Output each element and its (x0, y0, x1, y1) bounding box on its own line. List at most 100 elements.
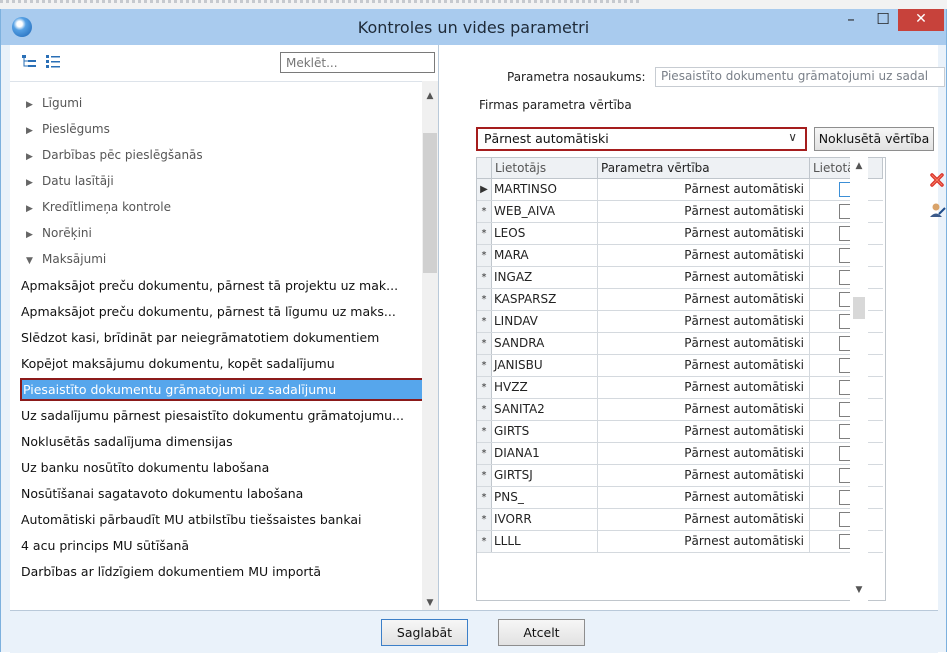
cell-value[interactable]: Pārnest automātiski (598, 179, 810, 200)
save-button[interactable]: Saglabāt (381, 619, 468, 646)
tree-item[interactable]: Uz banku nosūtīto dokumentu labošana (10, 456, 425, 479)
collapse-arrow-icon[interactable]: ▼ (26, 250, 42, 271)
cell-user[interactable]: INGAZ (492, 267, 598, 288)
tree-item[interactable]: 4 acu princips MU sūtīšanā (10, 534, 425, 557)
grid-scrollbar[interactable]: ▲ ▼ (850, 157, 868, 601)
table-row[interactable]: * SANITA2 Pārnest automātiski (477, 399, 883, 421)
cell-user[interactable]: SANDRA (492, 333, 598, 354)
cell-user[interactable]: LLLL (492, 531, 598, 552)
tree-item[interactable]: Automātiski pārbaudīt MU atbilstību tieš… (10, 508, 425, 531)
table-row[interactable]: * KASPARSZ Pārnest automātiski (477, 289, 883, 311)
scroll-thumb[interactable] (853, 297, 865, 319)
maximize-button[interactable]: ☐ (870, 9, 896, 31)
tree-item-selected[interactable]: Piesaistīto dokumentu grāmatojumi uz sad… (20, 378, 434, 401)
tree-category-darbibas[interactable]: ▶ Darbības pēc pieslēgšanās (10, 144, 425, 167)
table-row[interactable]: * HVZZ Pārnest automātiski (477, 377, 883, 399)
cell-value[interactable]: Pārnest automātiski (598, 267, 810, 288)
tree-item[interactable]: Kopējot maksājumu dokumentu, kopēt sadal… (10, 352, 425, 375)
tree-item[interactable]: Nosūtīšanai sagatavoto dokumentu labošan… (10, 482, 425, 505)
cell-user[interactable]: GIRTS (492, 421, 598, 442)
tree-category-piesleegums[interactable]: ▶ Pieslēgums (10, 118, 425, 141)
tree-item[interactable]: Noklusētās sadalījuma dimensijas (10, 430, 425, 453)
cancel-button[interactable]: Atcelt (498, 619, 585, 646)
column-header-user-flag[interactable]: Lietotāja (810, 158, 883, 178)
scroll-up-arrow-icon[interactable]: ▲ (850, 161, 868, 171)
column-header-user[interactable]: Lietotājs (492, 158, 598, 178)
cell-value[interactable]: Pārnest automātiski (598, 311, 810, 332)
cell-value[interactable]: Pārnest automātiski (598, 223, 810, 244)
column-header-value[interactable]: Parametra vērtība (598, 158, 810, 178)
tree-item[interactable]: Uz sadalījumu pārnest piesaistīto dokume… (10, 404, 425, 427)
table-row[interactable]: * MARA Pārnest automātiski (477, 245, 883, 267)
expand-arrow-icon[interactable]: ▶ (26, 224, 42, 245)
cell-user[interactable]: LINDAV (492, 311, 598, 332)
search-input[interactable] (280, 52, 435, 73)
list-view-icon[interactable] (44, 53, 62, 71)
cell-value[interactable]: Pārnest automātiski (598, 531, 810, 552)
expand-arrow-icon[interactable]: ▶ (26, 146, 42, 167)
cell-user[interactable]: LEOS (492, 223, 598, 244)
cell-user[interactable]: KASPARSZ (492, 289, 598, 310)
table-row[interactable]: * DIANA1 Pārnest automātiski (477, 443, 883, 465)
cell-value[interactable]: Pārnest automātiski (598, 333, 810, 354)
cell-user[interactable]: MARA (492, 245, 598, 266)
cell-value[interactable]: Pārnest automātiski (598, 487, 810, 508)
tree-item[interactable]: Apmaksājot preču dokumentu, pārnest tā l… (10, 300, 425, 323)
delete-icon[interactable] (928, 171, 946, 189)
expand-arrow-icon[interactable]: ▶ (26, 198, 42, 219)
cell-value[interactable]: Pārnest automātiski (598, 355, 810, 376)
expand-arrow-icon[interactable]: ▶ (26, 120, 42, 141)
cell-user[interactable]: PNS_ (492, 487, 598, 508)
tree-view-icon[interactable] (20, 53, 38, 71)
tree-item[interactable]: Slēdzot kasi, brīdināt par neiegrāmatoti… (10, 326, 425, 349)
table-row[interactable]: * GIRTSJ Pārnest automātiski (477, 465, 883, 487)
cell-value[interactable]: Pārnest automātiski (598, 289, 810, 310)
cell-user[interactable]: GIRTSJ (492, 465, 598, 486)
minimize-button[interactable]: – (834, 9, 868, 31)
table-row[interactable]: * INGAZ Pārnest automātiski (477, 267, 883, 289)
cell-value[interactable]: Pārnest automātiski (598, 509, 810, 530)
cell-value[interactable]: Pārnest automātiski (598, 443, 810, 464)
tree-category-datu-lasitaji[interactable]: ▶ Datu lasītāji (10, 170, 425, 193)
scroll-down-arrow-icon[interactable]: ▼ (422, 598, 438, 608)
table-row[interactable]: * LEOS Pārnest automātiski (477, 223, 883, 245)
table-row[interactable]: * LLLL Pārnest automātiski (477, 531, 883, 553)
table-row[interactable]: * PNS_ Pārnest automātiski (477, 487, 883, 509)
cell-value[interactable]: Pārnest automātiski (598, 399, 810, 420)
table-row[interactable]: * JANISBU Pārnest automātiski (477, 355, 883, 377)
cell-user[interactable]: IVORR (492, 509, 598, 530)
cell-value[interactable]: Pārnest automātiski (598, 377, 810, 398)
tree-item[interactable]: Darbības ar līdzīgiem dokumentiem MU imp… (10, 560, 425, 583)
expand-arrow-icon[interactable]: ▶ (26, 94, 42, 115)
expand-arrow-icon[interactable]: ▶ (26, 172, 42, 193)
table-row[interactable]: ▶ MARTINSO Pārnest automātiski (477, 179, 883, 201)
table-row[interactable]: * GIRTS Pārnest automātiski (477, 421, 883, 443)
table-row[interactable]: * IVORR Pārnest automātiski (477, 509, 883, 531)
cell-value[interactable]: Pārnest automātiski (598, 465, 810, 486)
tree-item[interactable]: Apmaksājot preču dokumentu, pārnest tā p… (10, 274, 425, 297)
cell-value[interactable]: Pārnest automātiski (598, 201, 810, 222)
cell-user[interactable]: HVZZ (492, 377, 598, 398)
cell-user[interactable]: WEB_AIVA (492, 201, 598, 222)
table-row[interactable]: * SANDRA Pārnest automātiski (477, 333, 883, 355)
tree-category-norekini[interactable]: ▶ Norēķini (10, 222, 425, 245)
scroll-up-arrow-icon[interactable]: ▲ (422, 91, 438, 101)
tree-category-maksajumi[interactable]: ▼ Maksājumi (10, 248, 425, 271)
cell-value[interactable]: Pārnest automātiski (598, 245, 810, 266)
tree-category-kreditlimena[interactable]: ▶ Kredītlimeņa kontrole (10, 196, 425, 219)
cell-user[interactable]: MARTINSO (492, 179, 598, 200)
scroll-down-arrow-icon[interactable]: ▼ (850, 585, 868, 595)
cell-user[interactable]: JANISBU (492, 355, 598, 376)
default-value-button[interactable]: Noklusētā vērtība (814, 127, 934, 151)
table-row[interactable]: * WEB_AIVA Pārnest automātiski (477, 201, 883, 223)
user-edit-icon[interactable] (928, 201, 946, 219)
cell-user[interactable]: SANITA2 (492, 399, 598, 420)
table-row[interactable]: * LINDAV Pārnest automātiski (477, 311, 883, 333)
tree-scrollbar[interactable]: ▲ ▼ (422, 81, 438, 610)
tree-category-ligumi[interactable]: ▶ Līgumi (10, 92, 425, 115)
cell-user[interactable]: DIANA1 (492, 443, 598, 464)
firm-value-select[interactable]: Pārnest automātiski ∨ (476, 127, 807, 151)
scroll-thumb[interactable] (423, 133, 437, 273)
cell-value[interactable]: Pārnest automātiski (598, 421, 810, 442)
close-button[interactable]: ✕ (898, 9, 944, 31)
